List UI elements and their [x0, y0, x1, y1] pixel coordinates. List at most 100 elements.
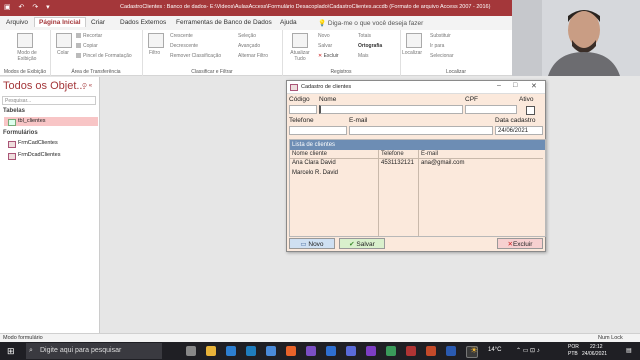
novo-button[interactable]: ▭ Novo	[289, 238, 335, 249]
nav-item-label: tbl_clientes	[18, 118, 46, 124]
data-cadastro-field[interactable]: 24/06/2021	[495, 126, 543, 135]
task-view-icon[interactable]	[186, 346, 196, 356]
visual-studio-icon[interactable]	[306, 346, 316, 356]
advanced-button[interactable]: Avançado	[238, 43, 260, 49]
more-button[interactable]: Mais	[358, 53, 369, 59]
taskbar-search[interactable]: ⌕ Digite aqui para pesquisar	[26, 343, 162, 359]
table-row-email[interactable]: ana@gmail.com	[421, 160, 464, 166]
tab-ferramentas[interactable]: Ferramentas de Banco de Dados	[176, 19, 272, 26]
tell-me-search[interactable]: 💡 Diga-me o que você deseja fazer	[318, 19, 423, 27]
filter-button[interactable]: Filtro	[149, 50, 160, 56]
lang-1[interactable]: POR	[568, 344, 579, 350]
temperature-label[interactable]: 14°C	[488, 347, 501, 353]
email-field[interactable]	[349, 126, 493, 135]
new-record-button[interactable]: Novo	[318, 33, 330, 39]
tab-criar[interactable]: Criar	[91, 19, 105, 26]
refresh-icon[interactable]	[292, 33, 308, 48]
col-header-nome[interactable]: Nome cliente	[292, 151, 327, 157]
table-row-name[interactable]: Marcelo R. David	[292, 170, 338, 176]
minimize-icon[interactable]: –	[497, 82, 501, 89]
tab-dados-externos[interactable]: Dados Externos	[120, 19, 166, 26]
nav-section-forms[interactable]: Formulários	[3, 130, 38, 136]
refresh-all-button[interactable]: Atualizar Tudo	[288, 50, 312, 62]
presenter-image	[512, 0, 640, 76]
form-icon	[8, 141, 16, 148]
tray-icons[interactable]: ⌃ ▭ ⊡ ♪	[516, 347, 540, 354]
label-cpf: CPF	[465, 96, 478, 103]
nav-section-tables[interactable]: Tabelas	[3, 108, 25, 114]
group-clipboard: Colar Recortar Copiar Pincel de Formataç…	[50, 30, 143, 76]
view-button[interactable]: Modo de Exibição	[12, 50, 42, 62]
sort-asc-button[interactable]: Crescente	[170, 33, 193, 39]
teams-icon[interactable]	[346, 346, 356, 356]
access-icon[interactable]	[406, 346, 416, 356]
quick-access-icons[interactable]: ▣ ↶ ↷ ▾	[4, 3, 53, 11]
ativo-checkbox[interactable]	[526, 106, 535, 115]
cut-label: Recortar	[83, 33, 103, 39]
col-header-telefone[interactable]: Telefone	[381, 151, 404, 157]
excluir-button[interactable]: ✕Excluir	[497, 238, 543, 249]
clock-time[interactable]: 22:12	[590, 344, 603, 350]
sort-desc-button[interactable]: Decrescente	[170, 43, 198, 49]
dialog-title: Cadastro de clientes	[301, 84, 352, 90]
goto-button[interactable]: Ir para	[430, 43, 444, 49]
nav-item-frmcadclientes[interactable]: FrmCadClientes	[4, 139, 98, 148]
notification-icon[interactable]: ▤	[626, 347, 632, 354]
vscode-icon[interactable]	[246, 346, 256, 356]
tell-me-text: Diga-me o que você deseja fazer	[327, 20, 424, 27]
close-icon[interactable]: ✕	[531, 82, 537, 90]
nav-search-input[interactable]: Pesquisar...	[2, 96, 96, 105]
salvar-button[interactable]: ✔ Salvar	[339, 238, 385, 249]
onenote-icon[interactable]	[366, 346, 376, 356]
select-button[interactable]: Selecionar	[430, 53, 454, 59]
paste-button[interactable]: Colar	[57, 50, 69, 56]
toggle-filter-button[interactable]: Alternar Filtro	[238, 53, 268, 59]
view-icon[interactable]	[17, 33, 33, 48]
copy-button[interactable]: Copiar	[76, 43, 98, 49]
maximize-icon[interactable]: □	[513, 82, 517, 89]
photos-icon[interactable]	[266, 346, 276, 356]
cut-button[interactable]: Recortar	[76, 33, 102, 39]
tab-ajuda[interactable]: Ajuda	[280, 19, 297, 26]
label-codigo: Código	[289, 96, 310, 103]
word-icon[interactable]	[446, 346, 456, 356]
tab-arquivo[interactable]: Arquivo	[6, 19, 28, 26]
binoculars-icon[interactable]	[406, 33, 422, 48]
edge-icon[interactable]	[226, 346, 236, 356]
powerpoint-icon[interactable]	[426, 346, 436, 356]
telefone-field[interactable]	[289, 126, 347, 135]
clock-date[interactable]: 24/06/2021	[582, 351, 607, 357]
nome-field[interactable]	[319, 105, 463, 114]
nav-item-frmdcadclientes[interactable]: FrmDcadClientes	[4, 151, 98, 160]
find-button[interactable]: Localizar	[402, 50, 422, 56]
nav-item-tbl-clientes[interactable]: tbl_clientes	[4, 117, 98, 126]
windows-start-icon[interactable]: ⊞	[7, 346, 15, 357]
format-painter-label: Pincel de Formatação	[83, 53, 132, 59]
label-nome: Nome	[319, 96, 337, 103]
remove-sort-button[interactable]: Remover Classificação	[170, 53, 221, 59]
tab-pagina-inicial[interactable]: Página Inicial	[34, 17, 86, 27]
delete-record-button[interactable]: ✕ Excluir	[318, 53, 339, 59]
col-header-email[interactable]: E-mail	[421, 151, 438, 157]
filter-icon[interactable]	[148, 33, 164, 48]
table-row-name[interactable]: Ana Clara David	[292, 160, 336, 166]
codigo-field[interactable]	[289, 105, 317, 114]
totals-button[interactable]: Totais	[358, 33, 371, 39]
app-icon[interactable]	[286, 346, 296, 356]
cpf-field[interactable]	[465, 105, 517, 114]
nav-pane-title[interactable]: Todos os Objet...	[3, 80, 86, 92]
dialog-titlebar[interactable]: Cadastro de clientes – □ ✕	[287, 81, 545, 94]
paste-icon[interactable]	[56, 33, 72, 48]
lang-2[interactable]: PTB	[568, 351, 578, 357]
file-explorer-icon[interactable]	[206, 346, 216, 356]
save-record-button[interactable]: Salvar	[318, 43, 332, 49]
replace-button[interactable]: Substituir	[430, 33, 451, 39]
nav-menu-icon[interactable]: ⊙ «	[82, 82, 92, 89]
format-painter-button[interactable]: Pincel de Formatação	[76, 53, 132, 59]
window-title: CadastroClientes : Banco de dados- E:\Vi…	[120, 4, 491, 10]
outlook-icon[interactable]	[326, 346, 336, 356]
table-row-phone[interactable]: 4531132121	[381, 160, 414, 166]
selection-button[interactable]: Seleção	[238, 33, 256, 39]
spelling-button[interactable]: Ortografia	[358, 43, 382, 49]
excel-icon[interactable]	[386, 346, 396, 356]
